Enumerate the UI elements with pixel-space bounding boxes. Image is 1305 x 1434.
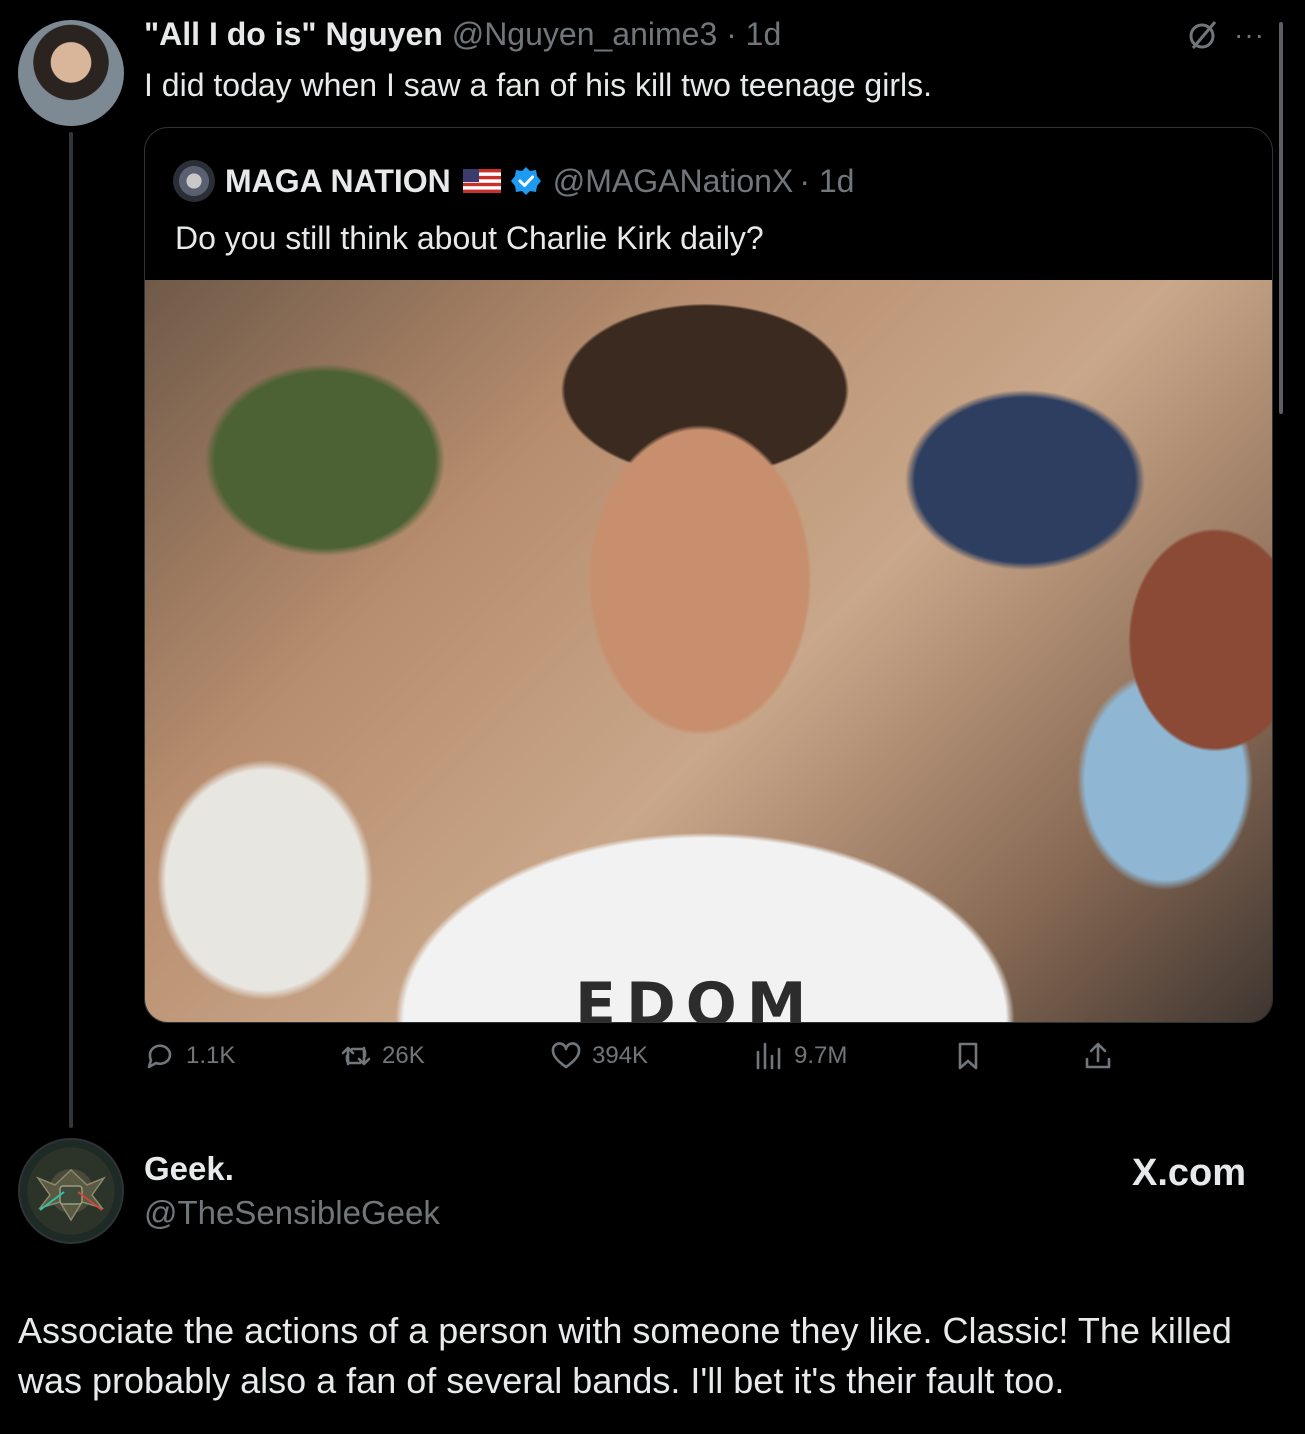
reply-author-handle[interactable]: @TheSensibleGeek: [144, 1194, 440, 1232]
reply-avatar[interactable]: [18, 1138, 124, 1244]
quoted-tweet-photo[interactable]: EDOM: [145, 280, 1272, 1023]
grok-icon[interactable]: [1186, 18, 1220, 52]
shirt-print-text: EDOM: [575, 970, 817, 1023]
tweet-text: I did today when I saw a fan of his kill…: [144, 67, 932, 103]
eagle-crest-icon: [35, 1168, 107, 1222]
reply-author-name[interactable]: Geek.: [144, 1150, 234, 1188]
views-button[interactable]: 9.7M: [752, 1040, 847, 1072]
tweet-top-icons: ···: [1186, 18, 1265, 52]
avatar[interactable]: [18, 20, 124, 126]
share-button[interactable]: [1082, 1040, 1114, 1072]
more-icon[interactable]: ···: [1234, 21, 1265, 49]
quoted-author-name[interactable]: MAGA NATION: [225, 163, 451, 200]
thread-connector-line: [69, 132, 73, 1128]
repost-icon: [341, 1046, 371, 1066]
author-handle[interactable]: @Nguyen_anime3: [452, 16, 718, 52]
reply-button[interactable]: 1.1K: [144, 1040, 235, 1072]
action-bar: 1.1K 26K 394K 9.7M: [144, 1040, 1144, 1080]
heart-icon: [551, 1042, 581, 1069]
quoted-tweet-time[interactable]: · 1d: [799, 163, 854, 200]
author-name[interactable]: "All I do is" Nguyen: [144, 16, 443, 52]
bookmark-button[interactable]: [952, 1040, 984, 1072]
tweet-time[interactable]: · 1d: [726, 16, 781, 52]
quoted-author-handle[interactable]: @MAGANationX: [553, 163, 794, 200]
quoted-tweet-card[interactable]: MAGA NATION @MAGANationX · 1d Do you sti…: [144, 127, 1273, 1023]
views-chart-icon: [756, 1042, 781, 1070]
repost-count: 26K: [382, 1042, 425, 1069]
reply-count: 1.1K: [186, 1042, 236, 1069]
reply-icon: [147, 1044, 172, 1069]
quoted-tweet-text: Do you still think about Charlie Kirk da…: [175, 220, 764, 256]
views-count: 9.7M: [794, 1042, 848, 1069]
scrollbar[interactable]: [1279, 22, 1283, 414]
like-button[interactable]: 394K: [550, 1040, 648, 1072]
repost-button[interactable]: 26K: [340, 1040, 425, 1072]
us-flag-icon: [462, 169, 501, 193]
reply-text: Associate the actions of a person with s…: [18, 1310, 1232, 1401]
bookmark-icon: [958, 1042, 978, 1070]
tweet-header: "All I do is" Nguyen @Nguyen_anime3 · 1d: [144, 14, 781, 54]
quoted-tweet-header: MAGA NATION @MAGANationX · 1d: [173, 160, 854, 202]
verified-badge-icon: [510, 167, 541, 195]
quoted-avatar[interactable]: [173, 160, 215, 202]
x-com-watermark: X.com: [1132, 1152, 1247, 1194]
share-icon: [1085, 1042, 1111, 1069]
like-count: 394K: [592, 1042, 649, 1069]
